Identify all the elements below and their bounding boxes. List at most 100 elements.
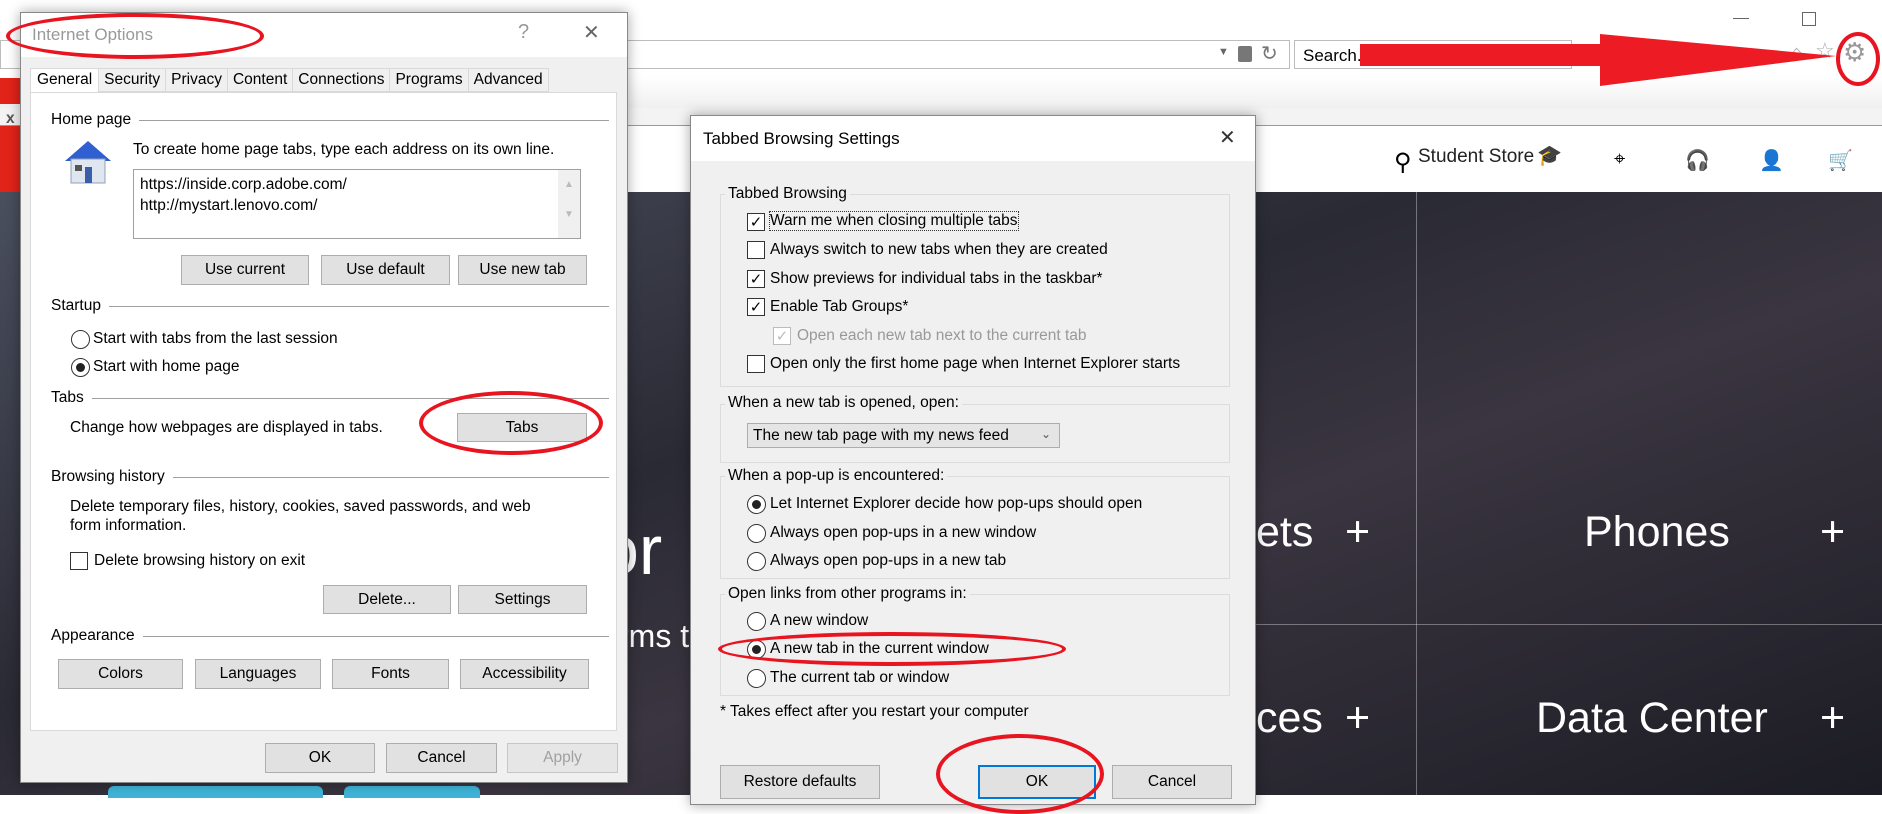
close-button[interactable]: ✕ [583,20,600,45]
category-data-center[interactable]: Data Center [1536,694,1768,743]
help-button[interactable]: ? [518,21,529,44]
lenovo-logo[interactable] [0,126,20,192]
new-tab-select-value: The new tab page with my news feed [753,427,1009,444]
radio-label[interactable]: Always open pop-ups in a new tab [770,552,1006,570]
lenovo-logo-tab [0,78,20,104]
hero-button[interactable] [108,786,323,798]
search-icon[interactable]: ⚲ [1394,148,1412,177]
tabs-settings-button[interactable]: Tabs [457,413,587,442]
checkbox-label[interactable]: Open each new tab next to the current ta… [797,327,1087,345]
delete-button[interactable]: Delete... [323,585,451,614]
group-title: Tabbed Browsing [725,185,850,203]
annotation-arrow [1360,34,1836,86]
house-icon [65,141,111,184]
home-url: http://mystart.lenovo.com/ [140,197,318,214]
accessibility-button[interactable]: Accessibility [460,659,589,689]
location-icon[interactable]: ⌖ [1614,148,1625,171]
browsing-history-description: form information. [70,517,187,534]
radio-label[interactable]: Let Internet Explorer decide how pop-ups… [770,495,1142,513]
dialog-title: Tabbed Browsing Settings [703,129,900,148]
warn-closing-checkbox[interactable]: ✓ [747,213,765,231]
open-next-to-current-checkbox[interactable]: ✓ [773,327,791,345]
radio-label[interactable]: Always open pop-ups in a new window [770,524,1036,542]
expand-plus-icon[interactable]: + [1345,508,1370,557]
radio-label[interactable]: The current tab or window [770,669,949,687]
apply-button[interactable]: Apply [507,743,618,773]
use-default-button[interactable]: Use default [321,255,450,285]
popup-let-ie-decide-radio[interactable] [747,495,766,514]
tab-bar: General Security Privacy Content Connect… [30,68,549,93]
restore-icon[interactable] [1802,12,1816,26]
home-page-urls-textarea[interactable]: https://inside.corp.adobe.com/ http://my… [133,169,581,239]
startup-home-page-radio[interactable] [71,358,90,377]
tab-content[interactable]: Content [227,68,294,92]
checkbox-label[interactable]: Open only the first home page when Inter… [770,355,1180,373]
always-switch-checkbox[interactable] [747,241,765,259]
category-tablets[interactable]: ets [1256,508,1313,557]
tab-privacy[interactable]: Privacy [166,68,228,92]
refresh-icon[interactable]: ↻ [1261,41,1278,66]
settings-gear-icon[interactable]: ⚙ [1843,37,1866,68]
history-settings-button[interactable]: Settings [458,585,587,614]
use-new-tab-button[interactable]: Use new tab [458,255,587,285]
hero-subline-partial: rms t [618,618,690,654]
tab-connections[interactable]: Connections [293,68,391,92]
cart-icon[interactable]: 🛒 [1828,148,1853,173]
account-icon[interactable]: 👤 [1759,148,1784,173]
popup-new-tab-radio[interactable] [747,552,766,571]
links-current-tab-radio[interactable] [747,669,766,688]
minimize-icon[interactable] [1733,18,1749,19]
enable-tab-groups-checkbox[interactable]: ✓ [747,298,765,316]
category-devices[interactable]: ces [1256,694,1323,743]
new-tab-select[interactable]: The new tab page with my news feed ⌄ [747,423,1060,448]
checkbox-label[interactable]: Show previews for individual tabs in the… [770,270,1103,288]
fonts-button[interactable]: Fonts [332,659,449,689]
category-phones[interactable]: Phones [1584,508,1730,557]
home-url: https://inside.corp.adobe.com/ [140,176,347,193]
tab-general[interactable]: General [30,68,100,93]
checkbox-label[interactable]: Always switch to new tabs when they are … [770,241,1108,259]
radio-label[interactable]: A new window [770,612,868,630]
checkbox-label[interactable]: Enable Tab Groups* [770,298,908,316]
support-headset-icon[interactable]: 🎧 [1685,148,1710,173]
startup-last-session-radio[interactable] [71,330,90,349]
restore-defaults-button[interactable]: Restore defaults [720,765,880,799]
footnote: * Takes effect after you restart your co… [720,703,1029,720]
cancel-button[interactable]: Cancel [1112,765,1232,799]
appearance-header: Appearance [51,627,609,645]
expand-plus-icon[interactable]: + [1345,694,1370,743]
ok-button[interactable]: OK [265,743,375,773]
address-dropdown-icon[interactable]: ▼ [1218,46,1229,58]
expand-plus-icon[interactable]: + [1820,694,1845,743]
radio-label[interactable]: A new tab in the current window [770,640,989,658]
startup-option-label[interactable]: Start with home page [93,358,239,376]
use-current-button[interactable]: Use current [181,255,309,285]
startup-option-label[interactable]: Start with tabs from the last session [93,330,338,348]
hero-grid-line [1252,624,1882,625]
hero-button[interactable] [344,786,480,798]
ok-button[interactable]: OK [978,765,1096,799]
tab-advanced[interactable]: Advanced [468,68,549,92]
open-first-home-page-checkbox[interactable] [747,355,765,373]
expand-plus-icon[interactable]: + [1820,508,1845,557]
cancel-button[interactable]: Cancel [386,743,497,773]
browsing-history-header: Browsing history [51,468,609,486]
show-previews-checkbox[interactable]: ✓ [747,270,765,288]
delete-on-exit-label[interactable]: Delete browsing history on exit [94,552,305,570]
links-new-tab-radio[interactable] [747,640,766,659]
tab-programs[interactable]: Programs [390,68,469,92]
close-button[interactable]: ✕ [1219,125,1236,150]
tab-security[interactable]: Security [99,68,167,92]
colors-button[interactable]: Colors [58,659,183,689]
popup-new-window-radio[interactable] [747,524,766,543]
languages-button[interactable]: Languages [195,659,321,689]
student-store-link[interactable]: Student Store [1418,146,1534,168]
checkbox-label[interactable]: Warn me when closing multiple tabs [769,211,1019,231]
group-title: When a new tab is opened, open: [725,394,962,412]
group-title: Open links from other programs in: [725,585,970,603]
textarea-scrollbar[interactable]: ▲ ▼ [558,170,580,238]
delete-on-exit-checkbox[interactable] [70,552,88,570]
hero-grid-line [1416,192,1417,795]
links-new-window-radio[interactable] [747,612,766,631]
graduation-cap-icon: 🎓 [1537,145,1562,167]
